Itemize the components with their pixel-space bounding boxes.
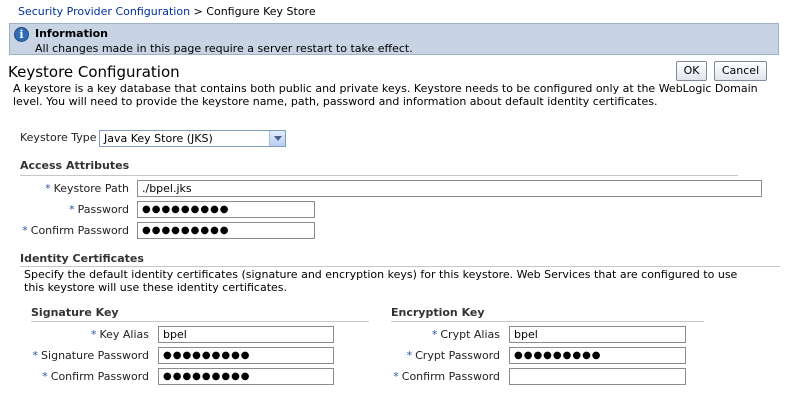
required-icon: * <box>22 224 28 237</box>
access-attributes-header: Access Attributes <box>20 159 130 172</box>
keystore-type-label: Keystore Type <box>20 131 97 144</box>
key-alias-label: * Key Alias <box>90 328 149 341</box>
crypt-alias-label: * Crypt Alias <box>431 328 500 341</box>
signature-key-header: Signature Key <box>31 306 119 319</box>
key-alias-input[interactable]: bpel <box>158 326 334 343</box>
required-icon: * <box>90 328 97 341</box>
signature-password-input[interactable]: ●●●●●●●●● <box>158 347 334 364</box>
breadcrumb: Security Provider Configuration > Config… <box>18 5 316 18</box>
crypt-password-label: * Crypt Password <box>406 349 500 362</box>
required-icon: * <box>406 349 413 362</box>
access-attributes-divider <box>20 175 738 176</box>
confirm-password-input[interactable]: ●●●●●●●●● <box>137 222 315 239</box>
crypt-alias-input[interactable]: bpel <box>509 326 686 343</box>
breadcrumb-current: Configure Key Store <box>206 5 316 18</box>
page-description: A keystore is a key database that contai… <box>13 82 758 108</box>
required-icon: * <box>45 182 51 195</box>
signature-key-divider <box>31 321 369 322</box>
encryption-key-header: Encryption Key <box>391 306 485 319</box>
encryption-key-divider <box>391 321 704 322</box>
chevron-down-icon[interactable] <box>269 131 285 146</box>
required-icon: * <box>431 328 438 341</box>
required-icon: * <box>393 370 399 383</box>
required-icon: * <box>69 203 75 216</box>
info-message: All changes made in this page require a … <box>35 42 413 55</box>
page-title: Keystore Configuration <box>8 63 180 81</box>
keystore-type-value: Java Key Store (JKS) <box>104 132 213 145</box>
password-input[interactable]: ●●●●●●●●● <box>137 201 315 218</box>
encryption-confirm-password-input[interactable] <box>509 368 686 385</box>
encryption-confirm-password-label: * Confirm Password <box>393 370 500 383</box>
ok-button[interactable]: OK <box>676 61 707 81</box>
signature-confirm-password-input[interactable]: ●●●●●●●●● <box>158 368 334 385</box>
identity-certificates-divider <box>20 266 780 267</box>
keystore-path-input[interactable]: ./bpel.jks <box>137 180 762 197</box>
confirm-password-label: * Confirm Password <box>22 224 129 237</box>
keystore-path-label: * Keystore Path <box>45 182 129 195</box>
identity-certificates-description: Specify the default identity certificate… <box>24 268 738 294</box>
password-label: * Password <box>69 203 129 216</box>
signature-confirm-password-label: * Confirm Password <box>42 370 149 383</box>
breadcrumb-separator: > <box>190 5 207 18</box>
cancel-button[interactable]: Cancel <box>714 61 767 81</box>
required-icon: * <box>32 349 39 362</box>
keystore-type-select[interactable]: Java Key Store (JKS) <box>99 130 286 147</box>
signature-password-label: * Signature Password <box>32 349 149 362</box>
required-icon: * <box>42 370 48 383</box>
info-box: i Information All changes made in this p… <box>9 23 779 55</box>
crypt-password-input[interactable]: ●●●●●●●●● <box>509 347 686 364</box>
breadcrumb-link-security-provider[interactable]: Security Provider Configuration <box>18 5 190 18</box>
identity-certificates-header: Identity Certificates <box>20 252 144 265</box>
info-title: Information <box>35 27 108 40</box>
info-icon: i <box>14 27 29 42</box>
